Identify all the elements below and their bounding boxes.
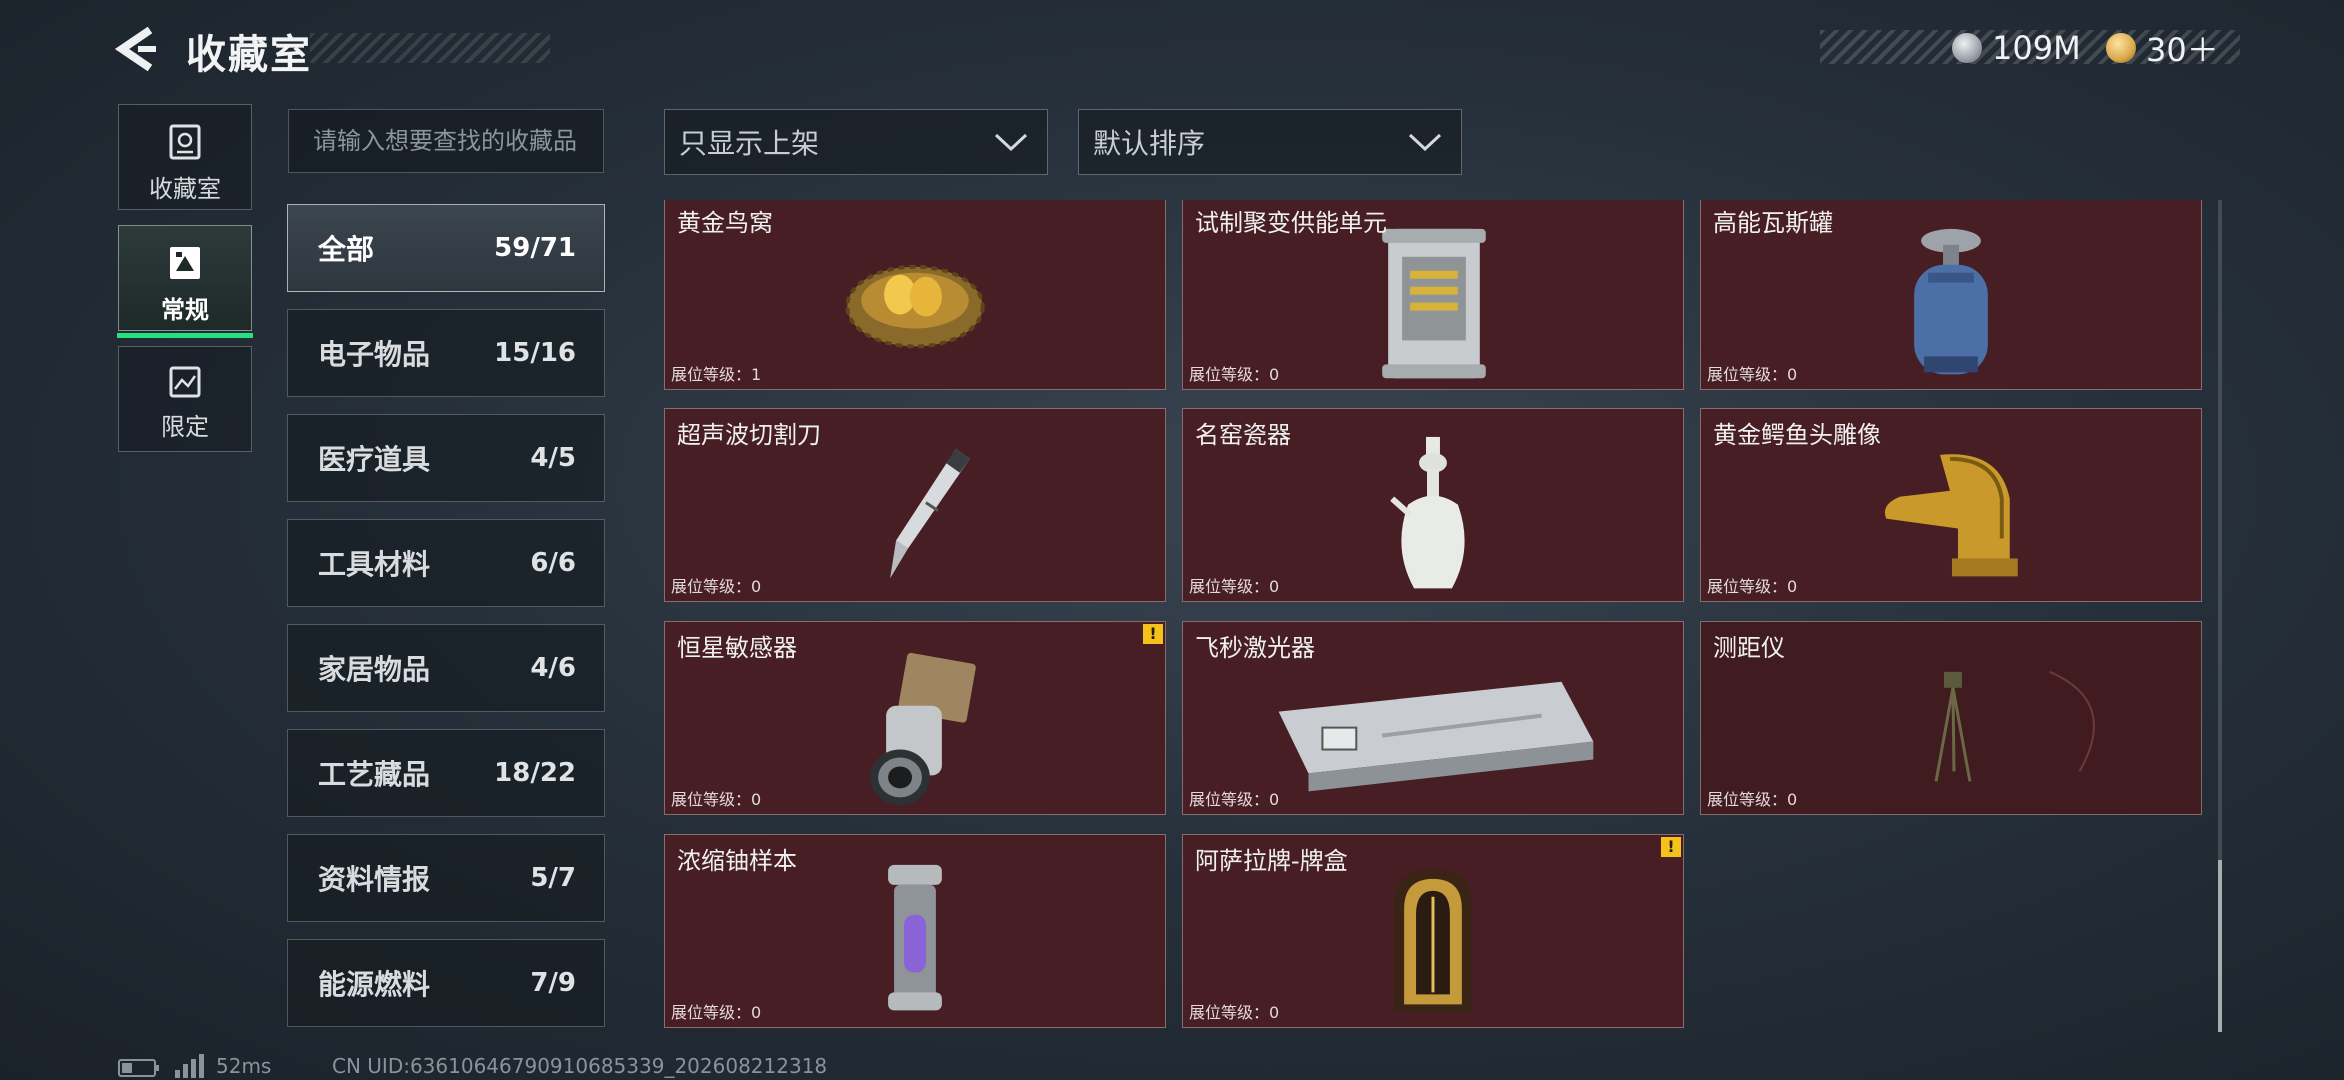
silver-coin-icon	[1952, 33, 1982, 63]
item-level: 展位等级：0	[1189, 365, 1280, 384]
item-card-ultrasonic-cutter[interactable]: 超声波切割刀 展位等级：0	[664, 408, 1166, 602]
sort-value: 默认排序	[1093, 127, 1206, 160]
item-level: 展位等级：0	[1707, 790, 1798, 809]
limited-frame-icon	[169, 366, 201, 398]
item-name: 超声波切割刀	[677, 421, 821, 449]
gold-badge-icon	[2106, 33, 2136, 63]
category-tools[interactable]: 工具材料 6/6	[287, 519, 605, 607]
currency-gold-amount: 30＋	[2146, 31, 2219, 69]
collection-grid: 黄金鸟窝 展位等级：1 试制聚变供能单元 展位等级：0 高能瓦斯罐 展位等级：0	[664, 200, 2208, 1032]
item-level: 展位等级：0	[1189, 577, 1280, 596]
tab-collection-room-label: 收藏室	[149, 175, 221, 203]
category-count: 15/16	[494, 338, 576, 368]
item-level: 展位等级：0	[1189, 790, 1280, 809]
item-level: 展位等级：0	[671, 790, 762, 809]
category-fuel[interactable]: 能源燃料 7/9	[287, 939, 605, 1027]
category-electronics[interactable]: 电子物品 15/16	[287, 309, 605, 397]
category-name: 工具材料	[318, 548, 431, 581]
tab-limited[interactable]: 限定	[118, 346, 252, 452]
tab-collection-room[interactable]: 收藏室	[118, 104, 252, 210]
category-name: 电子物品	[318, 338, 431, 371]
category-name: 能源燃料	[318, 968, 431, 1001]
tab-regular[interactable]: 常规	[117, 225, 253, 338]
item-card-golden-croc[interactable]: 黄金鳄鱼头雕像 展位等级：0	[1700, 408, 2202, 602]
category-name: 家居物品	[318, 653, 431, 686]
display-filter-dropdown[interactable]: 只显示上架	[664, 109, 1048, 175]
category-name: 全部	[318, 233, 375, 266]
currency-silver[interactable]: 109M	[1952, 28, 2081, 68]
category-intel[interactable]: 资料情报 5/7	[287, 834, 605, 922]
category-name: 资料情报	[318, 863, 431, 896]
item-level: 展位等级：0	[671, 577, 762, 596]
category-name: 医疗道具	[318, 443, 431, 476]
item-name: 阿萨拉牌-牌盒	[1195, 847, 1348, 875]
item-level: 展位等级：0	[1707, 365, 1798, 384]
item-level: 展位等级：0	[1189, 1003, 1280, 1022]
currency-gold[interactable]: 30＋	[2106, 28, 2219, 69]
item-card-fusion-unit[interactable]: 试制聚变供能单元 展位等级：0	[1182, 200, 1684, 390]
tab-regular-label: 常规	[161, 296, 209, 324]
tab-active-indicator	[117, 333, 253, 338]
item-card-star-sensor[interactable]: ! 恒星敏感器 展位等级：0	[664, 621, 1166, 815]
category-name: 工艺藏品	[318, 758, 431, 791]
chevron-down-icon	[1408, 133, 1442, 152]
vault-icon	[169, 124, 201, 160]
signal-icon	[175, 1054, 204, 1078]
item-name: 测距仪	[1713, 634, 1785, 662]
category-count: 7/9	[530, 968, 576, 998]
item-card-rangefinder[interactable]: 测距仪 展位等级：0	[1700, 621, 2202, 815]
picture-frame-icon	[170, 247, 200, 279]
item-name: 恒星敏感器	[677, 634, 797, 662]
page-title: 收藏室	[186, 32, 312, 78]
item-card-gas-tank[interactable]: 高能瓦斯罐 展位等级：0	[1700, 200, 2202, 390]
tab-limited-label: 限定	[161, 413, 209, 441]
currency-silver-amount: 109M	[1992, 29, 2081, 67]
ping-text: 52ms	[216, 1054, 272, 1078]
battery-icon	[118, 1059, 159, 1077]
category-count: 4/6	[530, 653, 576, 683]
item-name: 黄金鳄鱼头雕像	[1713, 421, 1881, 449]
item-level: 展位等级：0	[671, 1003, 762, 1022]
alert-badge: !	[1661, 837, 1681, 857]
item-name: 黄金鸟窝	[677, 209, 773, 237]
scrollbar-thumb[interactable]	[2218, 860, 2222, 1032]
item-card-uranium-sample[interactable]: 浓缩铀样本 展位等级：0	[664, 834, 1166, 1028]
item-level: 展位等级：0	[1707, 577, 1798, 596]
category-count: 18/22	[494, 758, 576, 788]
chevron-down-icon	[994, 133, 1028, 152]
item-name: 浓缩铀样本	[677, 847, 797, 875]
item-card-femto-laser[interactable]: 飞秒激光器 展位等级：0	[1182, 621, 1684, 815]
back-arrow-icon[interactable]	[112, 24, 162, 74]
item-name: 试制聚变供能单元	[1195, 209, 1387, 237]
category-count: 4/5	[530, 443, 576, 473]
alert-badge: !	[1143, 624, 1163, 644]
category-count: 59/71	[494, 233, 576, 263]
uid-text: CN UID:63610646790910685339_202608212318	[332, 1054, 828, 1078]
item-name: 高能瓦斯罐	[1713, 209, 1833, 237]
item-card-card-box[interactable]: ! 阿萨拉牌-牌盒 展位等级：0	[1182, 834, 1684, 1028]
title-decoration	[310, 33, 550, 63]
category-count: 5/7	[530, 863, 576, 893]
display-filter-value: 只显示上架	[679, 127, 820, 160]
search-input[interactable]	[288, 109, 604, 173]
item-level: 展位等级：1	[671, 365, 762, 384]
category-all[interactable]: 全部 59/71	[287, 204, 605, 292]
item-name: 飞秒激光器	[1195, 634, 1315, 662]
category-household[interactable]: 家居物品 4/6	[287, 624, 605, 712]
category-count: 6/6	[530, 548, 576, 578]
sort-dropdown[interactable]: 默认排序	[1078, 109, 1462, 175]
category-crafts[interactable]: 工艺藏品 18/22	[287, 729, 605, 817]
item-name: 名窑瓷器	[1195, 421, 1291, 449]
item-card-porcelain[interactable]: 名窑瓷器 展位等级：0	[1182, 408, 1684, 602]
item-card-golden-nest[interactable]: 黄金鸟窝 展位等级：1	[664, 200, 1166, 390]
category-medical[interactable]: 医疗道具 4/5	[287, 414, 605, 502]
